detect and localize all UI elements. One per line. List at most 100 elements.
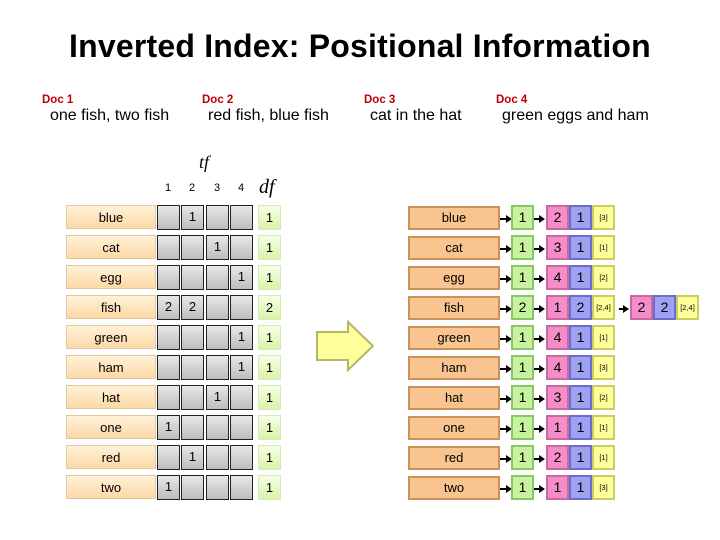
posting-term: one (408, 416, 500, 440)
tf-cell (181, 355, 204, 380)
posting-doc-id: 3 (546, 385, 569, 410)
posting-tf: 2 (653, 295, 676, 320)
posting-term: two (408, 476, 500, 500)
pointer-arrow-icon (534, 275, 545, 283)
pointer-arrow-icon (500, 215, 512, 223)
posting-df: 1 (511, 415, 534, 440)
pointer-arrow-icon (500, 305, 512, 313)
tf-cell: 1 (206, 385, 229, 410)
tf-cell: 1 (230, 325, 253, 350)
tf-cell (181, 415, 204, 440)
doc-3-text: cat in the hat (370, 107, 462, 124)
posting-tf: 1 (569, 205, 592, 230)
posting-df: 1 (511, 235, 534, 260)
tf-cell: 2 (181, 295, 204, 320)
tf-cell (206, 415, 229, 440)
posting-doc-id: 4 (546, 265, 569, 290)
doc-4-label: Doc 4 (496, 94, 528, 106)
df-cell: 1 (258, 385, 281, 410)
tf-cell (181, 235, 204, 260)
tf-cell (206, 265, 229, 290)
df-cell: 1 (258, 265, 281, 290)
pointer-arrow-icon (534, 455, 545, 463)
posting-positions: [3] (592, 355, 615, 380)
pointer-arrow-icon (500, 395, 512, 403)
doc-1-label: Doc 1 (42, 94, 74, 106)
posting-positions: [3] (592, 205, 615, 230)
posting-df: 2 (511, 295, 534, 320)
pointer-arrow-icon (534, 245, 545, 253)
posting-term: red (408, 446, 500, 470)
posting-positions: [1] (592, 445, 615, 470)
posting-doc-id: 4 (546, 355, 569, 380)
posting-term: fish (408, 296, 500, 320)
matrix-term: one (66, 415, 156, 439)
posting-positions: [2,4] (676, 295, 699, 320)
posting-doc-id: 4 (546, 325, 569, 350)
slide-title: Inverted Index: Positional Information (69, 28, 651, 64)
matrix-term: fish (66, 295, 156, 319)
pointer-arrow-icon (619, 305, 629, 313)
tf-cell (230, 235, 253, 260)
posting-tf: 1 (569, 265, 592, 290)
pointer-arrow-icon (534, 425, 545, 433)
posting-df: 1 (511, 355, 534, 380)
posting-df: 1 (511, 445, 534, 470)
tf-cell (181, 265, 204, 290)
block-arrow-right-icon (316, 320, 375, 372)
doc-column-header: 4 (237, 182, 245, 194)
tf-cell: 1 (230, 265, 253, 290)
posting-tf: 1 (569, 325, 592, 350)
tf-cell: 1 (181, 205, 204, 230)
posting-tf: 1 (569, 355, 592, 380)
tf-cell (230, 205, 253, 230)
posting-positions: [2] (592, 265, 615, 290)
df-cell: 1 (258, 445, 281, 470)
posting-df: 1 (511, 475, 534, 500)
df-cell: 1 (258, 415, 281, 440)
tf-cell (230, 475, 253, 500)
tf-cell (206, 205, 229, 230)
tf-cell (157, 445, 180, 470)
df-cell: 1 (258, 325, 281, 350)
tf-cell: 2 (157, 295, 180, 320)
tf-cell (181, 325, 204, 350)
pointer-arrow-icon (500, 365, 512, 373)
posting-positions: [1] (592, 325, 615, 350)
posting-tf: 1 (569, 385, 592, 410)
doc-column-header: 1 (164, 182, 172, 194)
posting-term: cat (408, 236, 500, 260)
tf-cell (206, 355, 229, 380)
tf-cell (230, 385, 253, 410)
tf-cell (181, 475, 204, 500)
df-cell: 1 (258, 235, 281, 260)
doc-column-header: 3 (213, 182, 221, 194)
posting-positions: [3] (592, 475, 615, 500)
matrix-term: hat (66, 385, 156, 409)
matrix-term: egg (66, 265, 156, 289)
df-cell: 1 (258, 205, 281, 230)
posting-df: 1 (511, 265, 534, 290)
tf-cell (157, 325, 180, 350)
posting-tf: 1 (569, 415, 592, 440)
doc-column-header: 2 (188, 182, 196, 194)
posting-term: ham (408, 356, 500, 380)
posting-tf: 1 (569, 445, 592, 470)
doc-2-label: Doc 2 (202, 94, 234, 106)
tf-cell (230, 415, 253, 440)
tf-cell (206, 445, 229, 470)
pointer-arrow-icon (534, 395, 545, 403)
tf-header: tf (199, 152, 210, 172)
pointer-arrow-icon (500, 335, 512, 343)
posting-df: 1 (511, 205, 534, 230)
pointer-arrow-icon (534, 215, 545, 223)
posting-doc-id: 2 (630, 295, 653, 320)
doc-2-text: red fish, blue fish (208, 107, 329, 124)
pointer-arrow-icon (534, 305, 545, 313)
posting-positions: [1] (592, 415, 615, 440)
pointer-arrow-icon (500, 485, 512, 493)
pointer-arrow-icon (500, 455, 512, 463)
doc-1-text: one fish, two fish (50, 107, 170, 124)
posting-doc-id: 2 (546, 205, 569, 230)
matrix-term: cat (66, 235, 156, 259)
